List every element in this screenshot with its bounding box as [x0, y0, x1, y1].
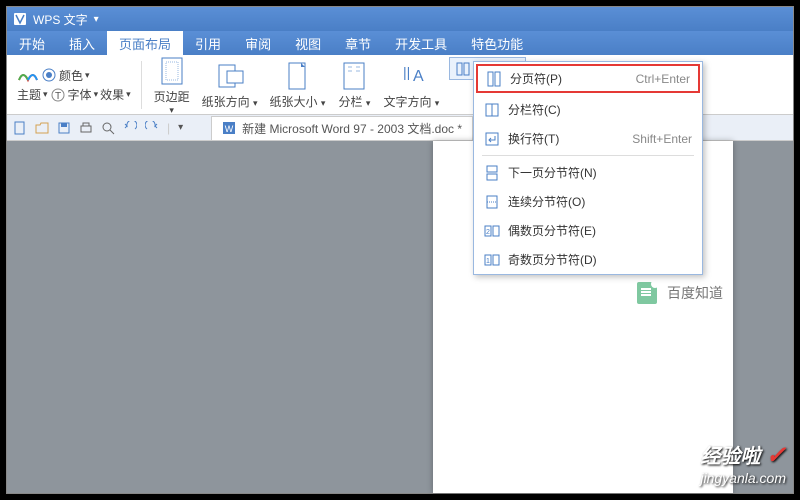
bookmark-text: 百度知道: [667, 283, 723, 303]
size-icon: [280, 59, 314, 93]
svg-text:1: 1: [486, 258, 490, 265]
appmenu-chevron-icon[interactable]: ▾: [94, 14, 99, 25]
odd-page-section-icon: 1: [484, 252, 500, 268]
undo-icon[interactable]: [123, 121, 137, 135]
even-page-section-icon: 2: [484, 223, 500, 239]
document-tab[interactable]: W 新建 Microsoft Word 97 - 2003 文档.doc *: [211, 116, 473, 140]
text-direction-icon: ||A: [394, 59, 428, 93]
tab-start[interactable]: 开始: [7, 31, 57, 55]
size-button[interactable]: 纸张大小 ▾: [270, 59, 326, 110]
new-icon[interactable]: [13, 121, 27, 135]
page-break-icon: [486, 71, 502, 87]
svg-text:W: W: [225, 124, 234, 134]
menubar: 开始 插入 页面布局 引用 审阅 视图 章节 开发工具 特色功能: [7, 31, 793, 55]
titlebar: WPS 文字 ▾: [7, 7, 793, 31]
column-break-icon: [484, 102, 500, 118]
effect-label[interactable]: 效果: [100, 86, 124, 103]
menu-item-column-break[interactable]: 分栏符(C): [474, 95, 702, 124]
bookmark-icon: [637, 282, 657, 304]
margins-button[interactable]: 页边距▾: [154, 54, 190, 116]
qat-chevron-icon[interactable]: ▾: [178, 122, 183, 133]
svg-text:2: 2: [486, 229, 490, 236]
tab-reference[interactable]: 引用: [183, 31, 233, 55]
menu-item-next-page-section[interactable]: 下一页分节符(N): [474, 158, 702, 187]
tab-special[interactable]: 特色功能: [459, 31, 535, 55]
font-tool-icon[interactable]: T: [50, 87, 66, 103]
orientation-icon: [213, 59, 247, 93]
breaks-dropdown: 分页符(P) Ctrl+Enter 分栏符(C) 换行符(T) Shift+En…: [473, 61, 703, 275]
app-logo-icon: [11, 10, 29, 28]
document-name: 新建 Microsoft Word 97 - 2003 文档.doc *: [242, 120, 462, 137]
menu-item-even-page-section[interactable]: 2 偶数页分节符(E): [474, 216, 702, 245]
tab-review[interactable]: 审阅: [233, 31, 283, 55]
app-name: WPS 文字: [33, 11, 88, 28]
menu-item-page-break[interactable]: 分页符(P) Ctrl+Enter: [476, 64, 700, 93]
columns-button[interactable]: 分栏 ▾: [337, 59, 371, 110]
tab-chapter[interactable]: 章节: [333, 31, 383, 55]
menu-item-odd-page-section[interactable]: 1 奇数页分节符(D): [474, 245, 702, 274]
svg-text:||: ||: [403, 64, 410, 80]
text-direction-button[interactable]: ||A 文字方向 ▾: [383, 59, 439, 110]
tab-devtools[interactable]: 开发工具: [383, 31, 459, 55]
color-chevron-icon[interactable]: ▾: [85, 70, 90, 81]
next-page-section-icon: [484, 165, 500, 181]
save-icon[interactable]: [57, 121, 71, 135]
theme-label[interactable]: 主题: [17, 86, 41, 103]
redo-icon[interactable]: [145, 121, 159, 135]
bookmark-widget[interactable]: 百度知道: [637, 282, 723, 304]
columns-icon: [337, 59, 371, 93]
print-icon[interactable]: [79, 121, 93, 135]
svg-text:T: T: [54, 91, 60, 102]
tab-view[interactable]: 视图: [283, 31, 333, 55]
tab-insert[interactable]: 插入: [57, 31, 107, 55]
theme-icon[interactable]: [17, 66, 39, 84]
tab-page-layout[interactable]: 页面布局: [107, 31, 183, 55]
word-doc-icon: W: [222, 121, 236, 135]
margins-icon: [155, 54, 189, 88]
watermark: 经验啦 ✓ jingyanla.com: [700, 440, 786, 486]
svg-text:A: A: [413, 68, 424, 85]
breaks-icon: [456, 62, 470, 76]
line-break-icon: [484, 131, 500, 147]
font-tool-label: 字体: [68, 86, 92, 103]
menu-item-continuous-section[interactable]: 连续分节符(O): [474, 187, 702, 216]
preview-icon[interactable]: [101, 121, 115, 135]
check-icon: ✓: [766, 442, 786, 469]
continuous-section-icon: [484, 194, 500, 210]
color-label: 颜色: [59, 67, 83, 84]
color-icon[interactable]: [41, 67, 57, 83]
menu-item-line-break[interactable]: 换行符(T) Shift+Enter: [474, 124, 702, 153]
open-icon[interactable]: [35, 121, 49, 135]
orientation-button[interactable]: 纸张方向 ▾: [202, 59, 258, 110]
